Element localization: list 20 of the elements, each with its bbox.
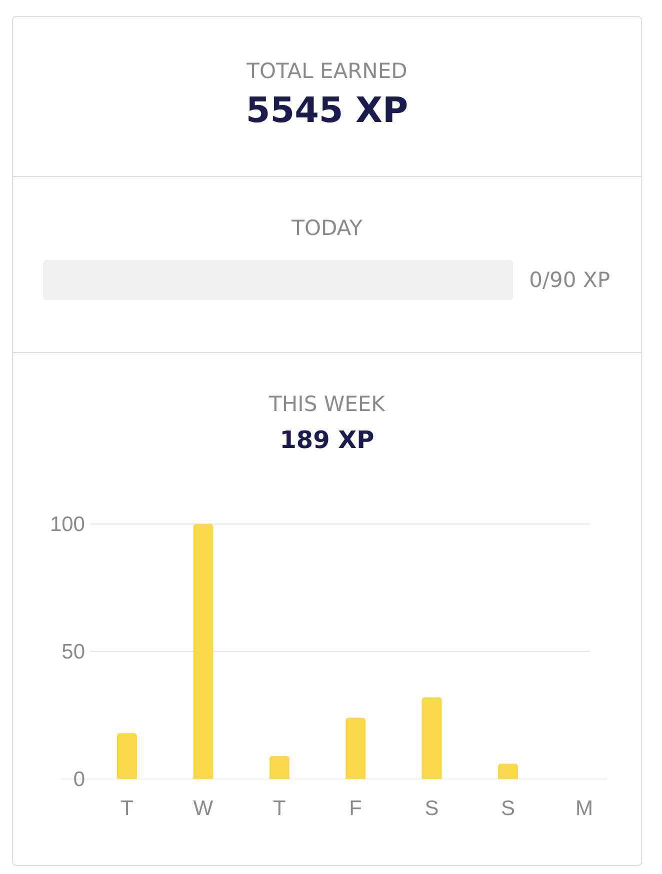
bar bbox=[498, 764, 518, 779]
today-label: TODAY bbox=[292, 215, 362, 241]
y-tick-label: 50 bbox=[62, 640, 85, 664]
this-week-label: THIS WEEK bbox=[269, 391, 385, 417]
x-tick-label: M bbox=[575, 797, 593, 820]
bar bbox=[269, 756, 290, 779]
total-earned-value: 5545 XP bbox=[246, 90, 408, 133]
this-week-value: 189 XP bbox=[280, 425, 374, 455]
total-earned-label: TOTAL EARNED bbox=[246, 58, 408, 84]
x-tick-label: W bbox=[193, 797, 214, 820]
x-tick-label: T bbox=[272, 797, 286, 820]
x-tick-label: S bbox=[424, 797, 439, 820]
x-tick-label: F bbox=[349, 797, 362, 820]
y-tick-label: 0 bbox=[73, 768, 85, 791]
bar bbox=[117, 733, 137, 779]
y-tick-label: 100 bbox=[50, 513, 85, 536]
bar bbox=[346, 718, 366, 779]
progress-reading: 0/90 XP bbox=[529, 268, 610, 292]
x-tick-label: S bbox=[501, 797, 515, 820]
x-tick-label: T bbox=[120, 797, 134, 820]
